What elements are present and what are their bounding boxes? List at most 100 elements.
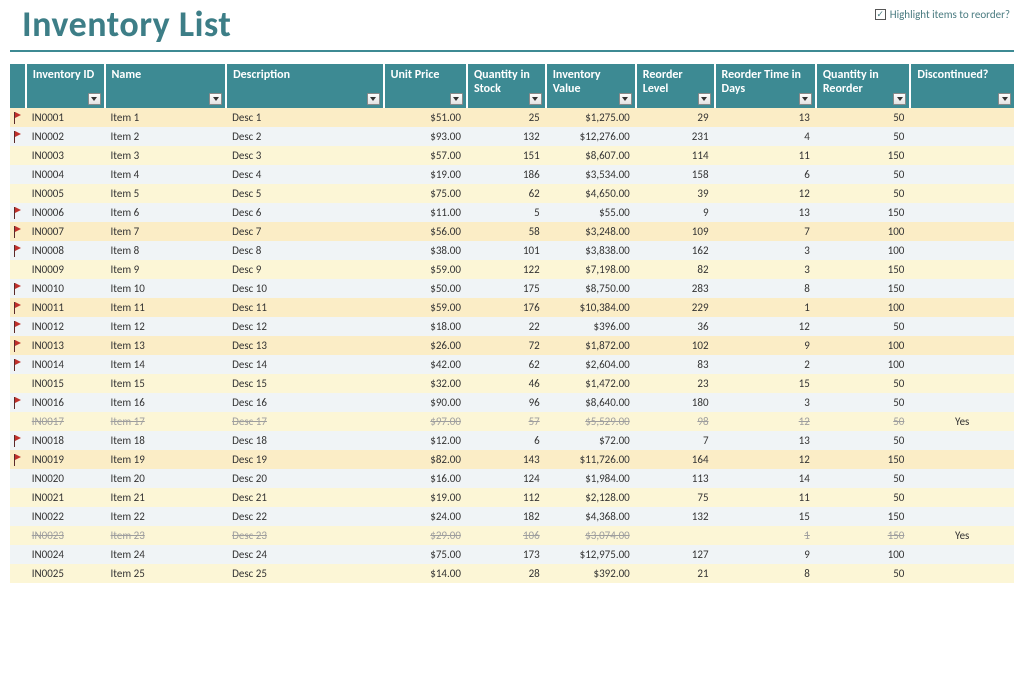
cell-rt: 15 [715,374,816,393]
cell-qty: 106 [467,526,546,545]
cell-id: IN0020 [26,469,105,488]
filter-dropdown-icon[interactable] [799,93,812,105]
filter-dropdown-icon[interactable] [209,93,222,105]
table-row[interactable]: IN0005Item 5Desc 5$75.0062$4,650.0039125… [10,184,1014,203]
cell-qty: 122 [467,260,546,279]
cell-rl: 23 [636,374,715,393]
cell-rt: 1 [715,526,816,545]
cell-rt: 1 [715,298,816,317]
cell-disc [910,241,1014,260]
cell-val: $5,529.00 [546,412,636,431]
table-row[interactable]: IN0023Item 23Desc 23$29.00106$3,074.0011… [10,526,1014,545]
column-header-rl[interactable]: Reorder Level [636,64,715,108]
cell-name: Item 9 [105,260,227,279]
cell-disc [910,127,1014,146]
cell-name: Item 16 [105,393,227,412]
filter-dropdown-icon[interactable] [619,93,632,105]
cell-desc: Desc 7 [226,222,384,241]
cell-id: IN0006 [26,203,105,222]
flag-icon [13,397,22,409]
table-row[interactable]: IN0017Item 17Desc 17$97.0057$5,529.00981… [10,412,1014,431]
column-header-desc[interactable]: Description [226,64,384,108]
cell-rl [636,526,715,545]
filter-dropdown-icon[interactable] [367,93,380,105]
filter-dropdown-icon[interactable] [698,93,711,105]
table-row[interactable]: IN0025Item 25Desc 25$14.0028$392.0021850 [10,564,1014,583]
table-row[interactable]: IN0022Item 22Desc 22$24.00182$4,368.0013… [10,507,1014,526]
table-row[interactable]: IN0015Item 15Desc 15$32.0046$1,472.00231… [10,374,1014,393]
cell-price: $19.00 [384,165,467,184]
cell-rt: 11 [715,146,816,165]
column-header-id[interactable]: Inventory ID [26,64,105,108]
flag-icon [13,435,22,447]
cell-rt: 13 [715,431,816,450]
table-row[interactable]: IN0008Item 8Desc 8$38.00101$3,838.001623… [10,241,1014,260]
table-row[interactable]: IN0018Item 18Desc 18$12.006$72.0071350 [10,431,1014,450]
cell-qr: 50 [816,165,911,184]
column-header-val[interactable]: Inventory Value [546,64,636,108]
cell-val: $1,984.00 [546,469,636,488]
table-row[interactable]: IN0013Item 13Desc 13$26.0072$1,872.00102… [10,336,1014,355]
cell-val: $4,650.00 [546,184,636,203]
column-header-label: Quantity in Stock [474,68,530,96]
cell-val: $12,276.00 [546,127,636,146]
cell-name: Item 25 [105,564,227,583]
column-header-price[interactable]: Unit Price [384,64,467,108]
cell-rl: 109 [636,222,715,241]
cell-qr: 100 [816,298,911,317]
cell-rl: 162 [636,241,715,260]
table-row[interactable]: IN0016Item 16Desc 16$90.0096$8,640.00180… [10,393,1014,412]
table-row[interactable]: IN0002Item 2Desc 2$93.00132$12,276.00231… [10,127,1014,146]
cell-id: IN0004 [26,165,105,184]
cell-qty: 46 [467,374,546,393]
cell-id: IN0024 [26,545,105,564]
cell-desc: Desc 1 [226,108,384,127]
table-row[interactable]: IN0010Item 10Desc 10$50.00175$8,750.0028… [10,279,1014,298]
table-row[interactable]: IN0006Item 6Desc 6$11.005$55.00913150 [10,203,1014,222]
column-header-rt[interactable]: Reorder Time in Days [715,64,816,108]
table-row[interactable]: IN0007Item 7Desc 7$56.0058$3,248.0010971… [10,222,1014,241]
cell-name: Item 15 [105,374,227,393]
cell-id: IN0003 [26,146,105,165]
cell-name: Item 19 [105,450,227,469]
table-row[interactable]: IN0024Item 24Desc 24$75.00173$12,975.001… [10,545,1014,564]
cell-desc: Desc 21 [226,488,384,507]
table-row[interactable]: IN0003Item 3Desc 3$57.00151$8,607.001141… [10,146,1014,165]
cell-qr: 50 [816,374,911,393]
cell-rl: 39 [636,184,715,203]
table-row[interactable]: IN0004Item 4Desc 4$19.00186$3,534.001586… [10,165,1014,184]
table-row[interactable]: IN0011Item 11Desc 11$59.00176$10,384.002… [10,298,1014,317]
filter-dropdown-icon[interactable] [88,93,101,105]
cell-desc: Desc 17 [226,412,384,431]
table-row[interactable]: IN0009Item 9Desc 9$59.00122$7,198.008231… [10,260,1014,279]
cell-rt: 12 [715,450,816,469]
cell-desc: Desc 5 [226,184,384,203]
column-header-qty[interactable]: Quantity in Stock [467,64,546,108]
column-header-name[interactable]: Name [105,64,227,108]
cell-val: $8,607.00 [546,146,636,165]
table-row[interactable]: IN0021Item 21Desc 21$19.00112$2,128.0075… [10,488,1014,507]
highlight-reorder-toggle[interactable]: ✓ Highlight items to reorder? [875,2,1014,21]
cell-val: $3,838.00 [546,241,636,260]
table-row[interactable]: IN0019Item 19Desc 19$82.00143$11,726.001… [10,450,1014,469]
cell-disc [910,279,1014,298]
cell-val: $2,604.00 [546,355,636,374]
cell-rt: 3 [715,393,816,412]
table-row[interactable]: IN0014Item 14Desc 14$42.0062$2,604.00832… [10,355,1014,374]
filter-dropdown-icon[interactable] [998,93,1011,105]
filter-dropdown-icon[interactable] [529,93,542,105]
cell-qr: 50 [816,431,911,450]
table-row[interactable]: IN0001Item 1Desc 1$51.0025$1,275.0029135… [10,108,1014,127]
filter-dropdown-icon[interactable] [450,93,463,105]
cell-desc: Desc 16 [226,393,384,412]
column-header-flag [10,64,26,108]
column-header-qr[interactable]: Quantity in Reorder [816,64,911,108]
flag-icon [13,226,22,238]
cell-price: $26.00 [384,336,467,355]
table-row[interactable]: IN0012Item 12Desc 12$18.0022$396.0036125… [10,317,1014,336]
filter-dropdown-icon[interactable] [893,93,906,105]
cell-qr: 50 [816,317,911,336]
table-row[interactable]: IN0020Item 20Desc 20$16.00124$1,984.0011… [10,469,1014,488]
cell-rt: 15 [715,507,816,526]
column-header-disc[interactable]: Discontinued? [910,64,1014,108]
